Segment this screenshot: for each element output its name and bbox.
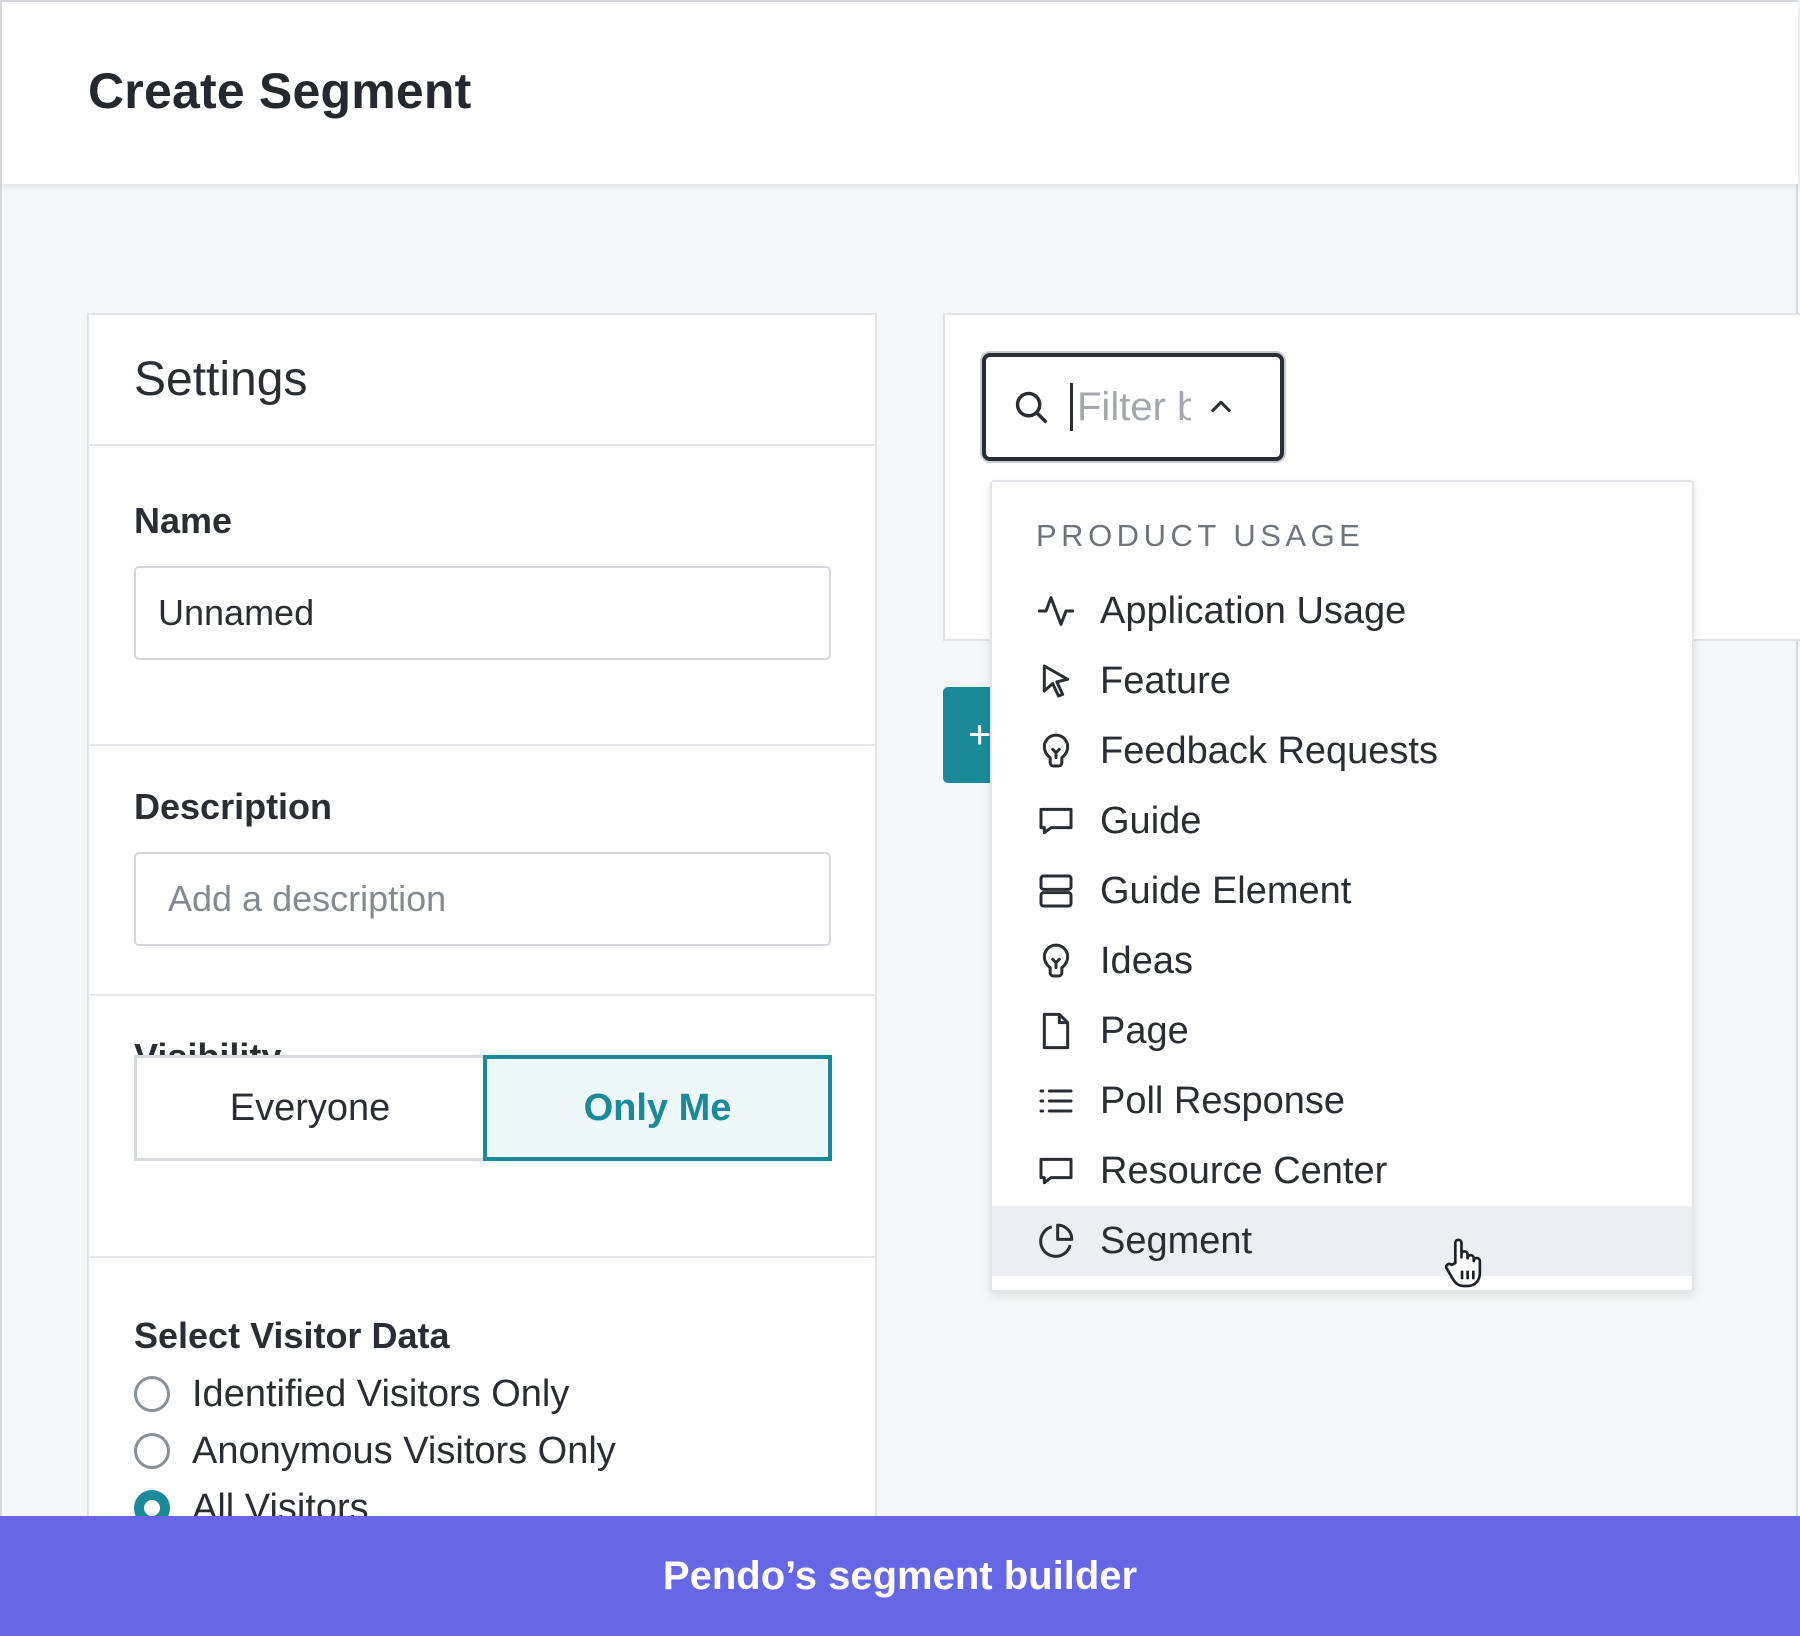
dropdown-item-label: Page <box>1100 1009 1189 1052</box>
divider <box>89 1256 875 1258</box>
filter-dropdown: PRODUCT USAGE Application Usage Feature … <box>990 480 1694 1292</box>
dropdown-item-poll-response[interactable]: Poll Response <box>992 1066 1692 1136</box>
activity-icon <box>1036 591 1076 631</box>
dropdown-item-label: Segment <box>1100 1219 1253 1262</box>
page-title: Create Segment <box>88 63 472 119</box>
dropdown-item-resource-center[interactable]: Resource Center <box>992 1136 1692 1206</box>
caption-text: Pendo’s segment builder <box>662 1553 1138 1598</box>
visibility-toggle: Everyone Only Me <box>134 1055 832 1161</box>
settings-card: Settings Name Description Visibility Eve… <box>87 313 877 1529</box>
file-icon <box>1036 1011 1076 1051</box>
pie-chart-icon <box>1036 1221 1076 1261</box>
settings-title: Settings <box>134 353 308 406</box>
caption-banner: Pendo’s segment builder <box>0 1516 1800 1636</box>
description-input[interactable] <box>134 852 831 946</box>
name-section: Name <box>89 446 875 746</box>
dropdown-item-page[interactable]: Page <box>992 996 1692 1066</box>
radio-identified-visitors[interactable]: Identified Visitors Only <box>134 1369 569 1419</box>
dropdown-item-guide-element[interactable]: Guide Element <box>992 856 1692 926</box>
visitor-data-label: Select Visitor Data <box>134 1315 450 1356</box>
visibility-everyone-button[interactable]: Everyone <box>134 1055 483 1161</box>
settings-header: Settings <box>89 315 875 446</box>
radio-button[interactable] <box>134 1376 170 1412</box>
filter-select[interactable] <box>982 353 1284 461</box>
dropdown-item-application-usage[interactable]: Application Usage <box>992 576 1692 646</box>
radio-label: Anonymous Visitors Only <box>192 1429 616 1472</box>
lightbulb-icon <box>1036 731 1076 771</box>
pointer-icon <box>1036 661 1076 701</box>
dropdown-item-label: Guide <box>1100 799 1202 842</box>
dropdown-item-label: Ideas <box>1100 939 1193 982</box>
dropdown-item-ideas[interactable]: Ideas <box>992 926 1692 996</box>
page-header: Create Segment <box>2 2 1798 184</box>
name-label: Name <box>134 500 233 541</box>
radio-label: Identified Visitors Only <box>192 1372 570 1415</box>
list-icon <box>1036 1081 1076 1121</box>
filter-input[interactable] <box>1070 383 1193 431</box>
name-input[interactable] <box>134 566 831 660</box>
dropdown-group-label: PRODUCT USAGE <box>1036 518 1365 553</box>
dropdown-item-label: Poll Response <box>1100 1079 1346 1122</box>
dropdown-item-label: Application Usage <box>1100 589 1407 632</box>
dropdown-item-guide[interactable]: Guide <box>992 786 1692 856</box>
message-icon <box>1036 1151 1076 1191</box>
stack-icon <box>1036 871 1076 911</box>
dropdown-item-feature[interactable]: Feature <box>992 646 1692 716</box>
dropdown-item-label: Feature <box>1100 659 1231 702</box>
lightbulb-icon <box>1036 941 1076 981</box>
dropdown-item-label: Feedback Requests <box>1100 729 1438 772</box>
plus-label: + <box>968 712 992 757</box>
dropdown-item-label: Resource Center <box>1100 1149 1388 1192</box>
chevron-up-icon[interactable] <box>1207 393 1235 421</box>
description-label: Description <box>134 786 333 827</box>
dropdown-item-feedback-requests[interactable]: Feedback Requests <box>992 716 1692 786</box>
radio-button[interactable] <box>134 1433 170 1469</box>
dropdown-item-segment[interactable]: Segment <box>992 1206 1692 1276</box>
description-section: Description <box>89 746 875 996</box>
dropdown-item-label: Guide Element <box>1100 869 1352 912</box>
search-icon <box>1015 391 1047 423</box>
hand-cursor-icon <box>1444 1238 1482 1288</box>
message-icon <box>1036 801 1076 841</box>
radio-anonymous-visitors[interactable]: Anonymous Visitors Only <box>134 1426 616 1476</box>
visibility-only-me-button[interactable]: Only Me <box>483 1055 832 1161</box>
